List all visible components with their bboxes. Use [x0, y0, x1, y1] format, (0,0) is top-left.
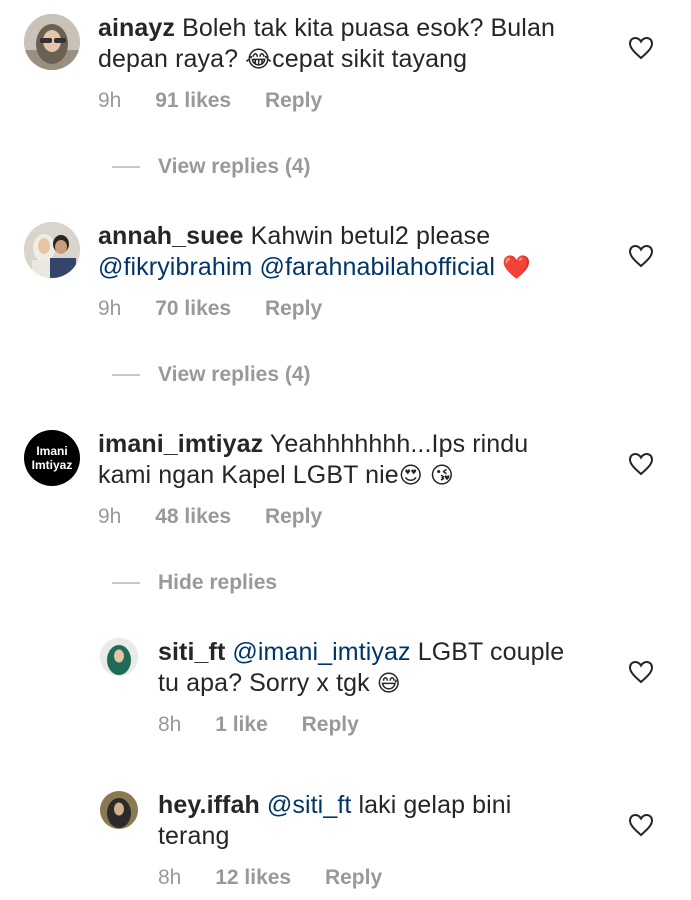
reply-button[interactable]: Reply — [265, 505, 322, 529]
comment-body: ainayz Boleh tak kita puasa esok? Bulan … — [98, 13, 618, 76]
comment-meta: 9h 70 likes Reply — [98, 297, 322, 321]
avatar[interactable] — [100, 638, 138, 676]
like-heart-icon[interactable] — [628, 813, 654, 837]
comment-timestamp: 9h — [98, 505, 122, 528]
reply-meta: 8h 12 likes Reply — [158, 866, 382, 890]
user-avatar-hijab-icon — [24, 14, 80, 70]
comment-timestamp: 9h — [98, 297, 122, 320]
avatar[interactable] — [100, 791, 138, 829]
avatar[interactable] — [24, 222, 80, 278]
reply-button[interactable]: Reply — [325, 866, 382, 890]
user-avatar-hijab-green-icon — [100, 638, 138, 676]
divider — [112, 374, 140, 376]
likes-count[interactable]: 48 likes — [155, 505, 231, 529]
kiss-emoji-icon: 😘 — [429, 463, 454, 489]
reply-body: hey.iffah @siti_ft laki gelap bini teran… — [158, 790, 618, 852]
hide-replies-label: Hide replies — [158, 571, 278, 594]
comment-text: LGBT couple — [417, 638, 565, 666]
comment-text: tu apa? Sorry x tgk — [158, 669, 370, 697]
reply-meta: 8h 1 like Reply — [158, 713, 359, 737]
comment-meta: 9h 91 likes Reply — [98, 89, 322, 113]
red-heart-emoji-icon: ❤️ — [502, 255, 531, 281]
view-replies-label: View replies (4) — [158, 363, 311, 386]
avatar-text: Imani — [36, 444, 68, 458]
heart-eyes-emoji-icon: 😍 — [398, 463, 423, 489]
reply-button[interactable]: Reply — [265, 89, 322, 113]
comment-body: annah_suee Kahwin betul2 please @fikryib… — [98, 221, 618, 284]
comment-text: Boleh tak kita puasa esok? Bulan — [182, 14, 555, 42]
user-avatar-hijab-dark-icon — [100, 791, 138, 829]
comment-username[interactable]: hey.iffah — [158, 791, 260, 819]
comment-username[interactable]: siti_ft — [158, 638, 225, 666]
comment-timestamp: 8h — [158, 713, 182, 736]
avatar-text: Imtiyaz — [31, 458, 73, 472]
comment-username[interactable]: ainayz — [98, 14, 175, 42]
like-heart-icon[interactable] — [628, 244, 654, 268]
view-replies-label: View replies (4) — [158, 155, 311, 178]
reply-body: siti_ft @imani_imtiyaz LGBT couple tu ap… — [158, 637, 618, 700]
comment-text: cepat sikit tayang — [272, 45, 468, 73]
view-replies-button[interactable]: View replies (4) — [112, 363, 311, 387]
comment-timestamp: 9h — [98, 89, 122, 112]
comments-feed: ainayz Boleh tak kita puasa esok? Bulan … — [0, 0, 691, 900]
divider — [112, 582, 140, 584]
reply-button[interactable]: Reply — [302, 713, 359, 737]
comment-timestamp: 8h — [158, 866, 182, 889]
comment-username[interactable]: annah_suee — [98, 222, 244, 250]
likes-count[interactable]: 70 likes — [155, 297, 231, 321]
sweat-smile-emoji-icon: 😅 — [376, 671, 401, 697]
comment-meta: 9h 48 likes Reply — [98, 505, 322, 529]
comment-text: terang — [158, 822, 230, 850]
reply-button[interactable]: Reply — [265, 297, 322, 321]
likes-count[interactable]: 91 likes — [155, 89, 231, 113]
divider — [112, 166, 140, 168]
mention-link[interactable]: @imani_imtiyaz — [232, 638, 410, 666]
comment-text: Kahwin betul2 please — [250, 222, 491, 250]
comment-body: imani_imtiyaz Yeahhhhhhh...Ips rindu kam… — [98, 429, 618, 492]
couple-avatar-icon — [24, 222, 80, 278]
mention-link[interactable]: @siti_ft — [267, 791, 352, 819]
likes-count[interactable]: 12 likes — [215, 866, 291, 890]
emoji-laughing-icon: 😂 — [245, 47, 273, 73]
like-heart-icon[interactable] — [628, 660, 654, 684]
avatar[interactable] — [24, 14, 80, 70]
mention-link[interactable]: @farahnabilahofficial — [260, 253, 496, 281]
mention-link[interactable]: @fikryibrahim — [98, 253, 252, 281]
like-heart-icon[interactable] — [628, 36, 654, 60]
hide-replies-button[interactable]: Hide replies — [112, 571, 277, 595]
view-replies-button[interactable]: View replies (4) — [112, 155, 311, 179]
avatar[interactable]: Imani Imtiyaz — [24, 430, 80, 486]
comment-text: kami ngan Kapel LGBT nie — [98, 461, 399, 489]
comment-text: depan raya? — [98, 45, 239, 73]
like-heart-icon[interactable] — [628, 452, 654, 476]
comment-username[interactable]: imani_imtiyaz — [98, 430, 263, 458]
likes-count[interactable]: 1 like — [215, 713, 268, 737]
comment-text: laki gelap bini — [358, 791, 512, 819]
comment-text: Yeahhhhhhh...Ips rindu — [269, 430, 529, 458]
